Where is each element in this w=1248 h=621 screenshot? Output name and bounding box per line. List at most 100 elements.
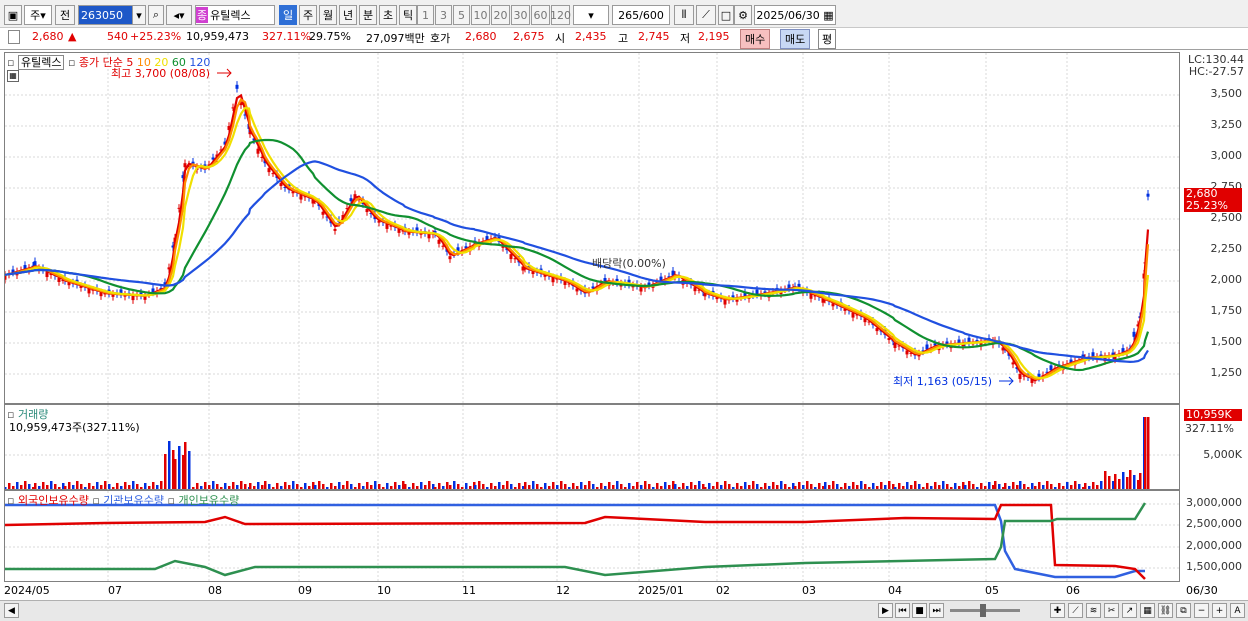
price-chart-panel[interactable]: 최고 3,700 (08/08) 최저 1,163 (05/15) 배당락(0.00… bbox=[3, 52, 1181, 405]
stock-title[interactable]: 유틸렉스 bbox=[17, 55, 65, 70]
avg-button[interactable]: 평 bbox=[818, 29, 837, 49]
volume-bar bbox=[296, 484, 299, 489]
volume-bar bbox=[664, 482, 667, 489]
grid-tool-icon[interactable]: ▦ bbox=[1140, 603, 1155, 618]
individual-line bbox=[5, 502, 1147, 577]
volume-bar bbox=[994, 481, 997, 489]
type-select[interactable]: 주 ▾ bbox=[24, 5, 52, 25]
period-tab-2[interactable]: 월 bbox=[319, 5, 337, 25]
scroll-first-icon[interactable]: ⏮ bbox=[895, 603, 910, 618]
search-icon[interactable]: ⌕ bbox=[148, 5, 164, 25]
period-tab-3[interactable]: 년 bbox=[339, 5, 357, 25]
interval-tab-6[interactable]: 60 bbox=[531, 5, 550, 25]
volume-bar bbox=[984, 486, 987, 489]
volume-bar bbox=[852, 482, 855, 489]
chart-icon[interactable]: ⧉ bbox=[1176, 603, 1191, 618]
scroll-right-icon[interactable]: ▶ bbox=[878, 603, 893, 618]
volume-bar bbox=[244, 484, 247, 489]
volume-bar bbox=[216, 484, 219, 489]
volume-bar bbox=[868, 487, 871, 489]
gear-icon[interactable]: ⚙ bbox=[734, 5, 752, 25]
volume-bar bbox=[354, 487, 357, 489]
interval-tab-4[interactable]: 20 bbox=[491, 5, 510, 25]
ask-label: 호가 bbox=[430, 32, 451, 45]
chart-scrollbar[interactable]: ◀ ▶ ⏮ ■ ⏭ ✚ ⟋ ≋ ✂ ↗ ▦ ⛓ ⧉ − + A bbox=[0, 600, 1248, 621]
volume-bar bbox=[80, 484, 83, 489]
ma-period-20: 20 bbox=[150, 56, 169, 69]
volume-bar bbox=[872, 483, 875, 489]
volume-bar bbox=[794, 486, 797, 489]
fib-tool-icon[interactable]: ≋ bbox=[1086, 603, 1101, 618]
volume-bar bbox=[42, 482, 45, 489]
scroll-last-icon[interactable]: ⏭ bbox=[929, 603, 944, 618]
price-tick-5: 2,250 bbox=[1210, 242, 1243, 255]
volume-bar bbox=[64, 486, 67, 489]
chart-type-icon[interactable]: ⫴ bbox=[674, 5, 694, 25]
crosshair-icon[interactable]: ✚ bbox=[1050, 603, 1065, 618]
volume-bar bbox=[164, 454, 167, 489]
draw-tool-icon[interactable]: ⟋ bbox=[696, 5, 716, 25]
trend-icon[interactable]: ↗ bbox=[1122, 603, 1137, 618]
sell-button[interactable]: 매도 bbox=[780, 29, 811, 49]
volume-bar bbox=[1100, 481, 1103, 489]
volume-bar bbox=[914, 481, 917, 489]
interval-tab-1[interactable]: 3 bbox=[435, 5, 452, 25]
volume-bar bbox=[840, 487, 843, 489]
quote-change: 540 bbox=[107, 30, 128, 43]
link-icon[interactable]: ⛓ bbox=[1158, 603, 1173, 618]
volume-current-tag: 10,959K bbox=[1184, 409, 1242, 421]
code-dropdown-icon[interactable]: ▾ bbox=[132, 5, 146, 25]
period-tab-6[interactable]: 틱 bbox=[399, 5, 417, 25]
volume-bar bbox=[1108, 476, 1111, 489]
interval-tab-3[interactable]: 10 bbox=[471, 5, 490, 25]
grid-icon[interactable]: ▦ bbox=[7, 70, 19, 82]
high-arrow bbox=[217, 68, 232, 78]
line-tool-icon[interactable]: ⟋ bbox=[1068, 603, 1083, 618]
volume-bar bbox=[304, 483, 307, 489]
volume-chart-panel[interactable]: ▫ 거래량 10,959,473주(327.11%) bbox=[4, 404, 1181, 491]
volume-bar bbox=[362, 486, 365, 489]
speaker-icon[interactable]: ◂▾ bbox=[166, 5, 192, 25]
date-field[interactable]: 2025/06/30 ▦ bbox=[754, 5, 836, 25]
interval-tab-7[interactable]: 120 bbox=[550, 5, 571, 25]
font-size-icon[interactable]: A bbox=[1230, 603, 1245, 618]
plus-icon[interactable]: + bbox=[1212, 603, 1227, 618]
volume-bar bbox=[1027, 487, 1030, 489]
volume-bar bbox=[334, 486, 337, 489]
x-tick-13: 06/30 bbox=[1186, 584, 1218, 597]
volume-bar bbox=[1122, 472, 1125, 489]
stop-icon[interactable]: ■ bbox=[912, 603, 927, 618]
stock-name-field[interactable]: 종 유틸렉스 bbox=[195, 5, 275, 25]
candle bbox=[3, 271, 7, 284]
volume-bar bbox=[898, 483, 901, 489]
interval-tab-5[interactable]: 30 bbox=[511, 5, 530, 25]
volume-bar bbox=[465, 483, 468, 489]
interval-dropdown[interactable]: ▾ bbox=[573, 5, 609, 25]
holding-chart-panel[interactable]: ▫ 외국인보유수량 ▫ 기관보유수량 ▫ 개인보유수량 bbox=[4, 490, 1181, 583]
prev-button[interactable]: 전 bbox=[55, 5, 75, 25]
scroll-left-icon[interactable]: ◀ bbox=[4, 603, 19, 618]
volume-bar bbox=[950, 487, 953, 489]
zoom-slider-handle[interactable] bbox=[980, 604, 986, 617]
price-chart-svg: 최고 3,700 (08/08)최저 1,163 (05/15)배당락(0.00… bbox=[3, 53, 1181, 405]
period-tab-4[interactable]: 분 bbox=[359, 5, 377, 25]
price-tick-1: 3,250 bbox=[1210, 118, 1243, 131]
volume-bar bbox=[616, 481, 619, 489]
stock-code-input[interactable]: 263050 bbox=[78, 5, 138, 25]
stock-name: 유틸렉스 bbox=[210, 9, 251, 22]
window-icon[interactable]: □ bbox=[718, 5, 734, 25]
minus-icon[interactable]: − bbox=[1194, 603, 1209, 618]
open-label: 시 bbox=[555, 32, 566, 45]
price-tick-4: 2,500 bbox=[1210, 211, 1243, 224]
buy-button[interactable]: 매수 bbox=[740, 29, 771, 49]
period-tab-5[interactable]: 초 bbox=[379, 5, 397, 25]
period-tab-1[interactable]: 주 bbox=[299, 5, 317, 25]
interval-tab-0[interactable]: 1 bbox=[417, 5, 434, 25]
layout-icon[interactable]: ▣ bbox=[4, 5, 22, 25]
volume-bar bbox=[732, 487, 735, 489]
volume-bar bbox=[946, 484, 949, 489]
bar-count-field[interactable]: 265/600 bbox=[612, 5, 670, 25]
interval-tab-2[interactable]: 5 bbox=[453, 5, 470, 25]
cut-icon[interactable]: ✂ bbox=[1104, 603, 1119, 618]
period-tab-0[interactable]: 일 bbox=[279, 5, 297, 25]
